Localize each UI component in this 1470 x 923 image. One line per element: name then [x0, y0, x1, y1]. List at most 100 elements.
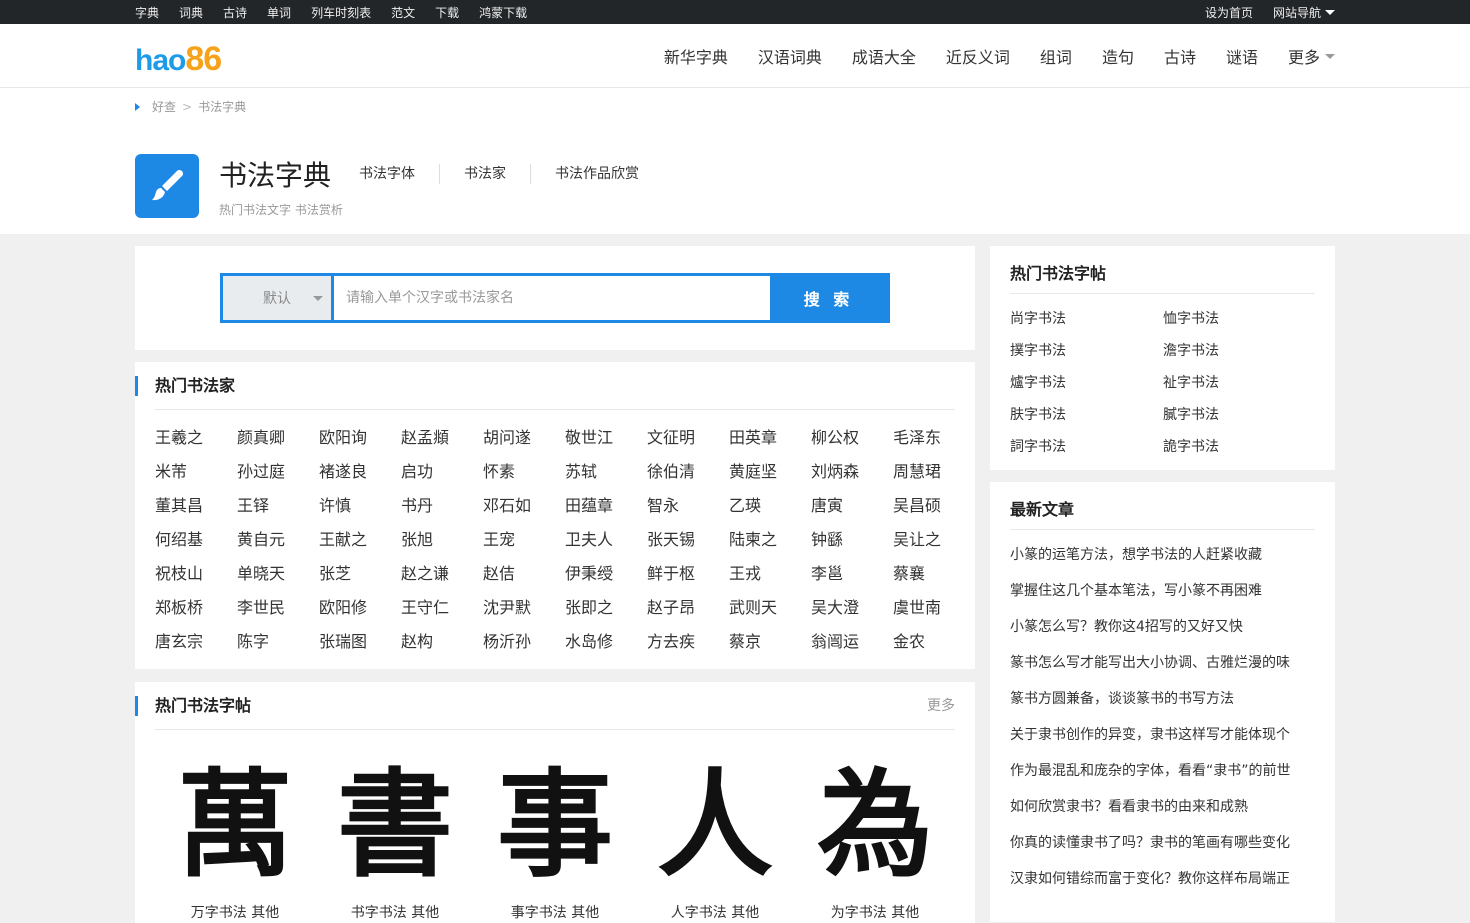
artist-link[interactable]: 孙过庭 [237, 458, 319, 492]
side-hot-link[interactable]: 澹字书法 [1163, 340, 1316, 372]
article-link[interactable]: 关于隶书创作的异变，隶书这样写才能体现个 [1010, 724, 1315, 760]
artist-link[interactable]: 张瑞图 [319, 628, 401, 662]
nav-item[interactable]: 成语大全 [852, 44, 916, 68]
copybook-item[interactable]: 萬万字书法 其他 [155, 760, 315, 922]
side-hot-link[interactable]: 爐字书法 [1010, 372, 1163, 404]
artist-link[interactable]: 吴昌硕 [893, 492, 975, 526]
top-link[interactable]: 下载 [435, 4, 459, 21]
top-link[interactable]: 字典 [135, 4, 159, 21]
artist-link[interactable]: 张天锡 [647, 526, 729, 560]
artist-link[interactable]: 吴让之 [893, 526, 975, 560]
top-link[interactable]: 列车时刻表 [311, 4, 371, 21]
artist-link[interactable]: 单晓天 [237, 560, 319, 594]
artist-link[interactable]: 敬世江 [565, 424, 647, 458]
artist-link[interactable]: 毛泽东 [893, 424, 975, 458]
top-link[interactable]: 单词 [267, 4, 291, 21]
article-link[interactable]: 作为最混乱和庞杂的字体，看看“隶书”的前世 [1010, 760, 1315, 796]
nav-item[interactable]: 新华字典 [664, 44, 728, 68]
article-link[interactable]: 篆书方圆兼备，谈谈篆书的书写方法 [1010, 688, 1315, 724]
artist-link[interactable]: 褚遂良 [319, 458, 401, 492]
artist-link[interactable]: 智永 [647, 492, 729, 526]
nav-item[interactable]: 造句 [1102, 44, 1134, 68]
artist-link[interactable]: 郑板桥 [155, 594, 237, 628]
artist-link[interactable]: 虞世南 [893, 594, 975, 628]
artist-link[interactable]: 李世民 [237, 594, 319, 628]
artist-link[interactable]: 何绍基 [155, 526, 237, 560]
artist-link[interactable]: 武则天 [729, 594, 811, 628]
artist-link[interactable]: 唐寅 [811, 492, 893, 526]
article-link[interactable]: 你真的读懂隶书了吗？隶书的笔画有哪些变化 [1010, 832, 1315, 868]
artist-link[interactable]: 沈尹默 [483, 594, 565, 628]
artist-link[interactable]: 米芾 [155, 458, 237, 492]
artist-link[interactable]: 杨沂孙 [483, 628, 565, 662]
artist-link[interactable]: 颜真卿 [237, 424, 319, 458]
artist-link[interactable]: 李邕 [811, 560, 893, 594]
article-link[interactable]: 小篆的运笔方法，想学书法的人赶紧收藏 [1010, 544, 1315, 580]
copybook-caption[interactable]: 为字书法 其他 [831, 902, 919, 922]
artist-link[interactable]: 唐玄宗 [155, 628, 237, 662]
artist-link[interactable]: 赵之谦 [401, 560, 483, 594]
copybook-item[interactable]: 為为字书法 其他 [795, 760, 955, 922]
artist-link[interactable]: 欧阳询 [319, 424, 401, 458]
artist-link[interactable]: 邓石如 [483, 492, 565, 526]
artist-link[interactable]: 赵孟頫 [401, 424, 483, 458]
copybook-caption[interactable]: 人字书法 其他 [671, 902, 759, 922]
breadcrumb-current[interactable]: 书法字典 [198, 98, 246, 115]
top-link[interactable]: 古诗 [223, 4, 247, 21]
side-hot-link[interactable]: 詭字书法 [1163, 436, 1316, 468]
nav-more-menu[interactable]: 更多 [1288, 44, 1335, 68]
artist-link[interactable]: 蔡京 [729, 628, 811, 662]
calligraphy-image[interactable]: 人 [645, 760, 785, 890]
artist-link[interactable]: 文征明 [647, 424, 729, 458]
artist-link[interactable]: 赵佶 [483, 560, 565, 594]
article-link[interactable]: 汉隶如何错综而富于变化？教你这样布局端正 [1010, 868, 1315, 904]
artist-link[interactable]: 董其昌 [155, 492, 237, 526]
set-home-link[interactable]: 设为首页 [1205, 4, 1253, 21]
search-button[interactable]: 搜 索 [770, 276, 887, 320]
article-link[interactable]: 篆书怎么写才能写出大小协调、古雅烂漫的味 [1010, 652, 1315, 688]
artist-link[interactable]: 黄自元 [237, 526, 319, 560]
more-link[interactable]: 更多 [927, 696, 955, 716]
artist-link[interactable]: 田蕴章 [565, 492, 647, 526]
nav-item[interactable]: 谜语 [1226, 44, 1258, 68]
artist-link[interactable]: 翁闿运 [811, 628, 893, 662]
copybook-caption[interactable]: 事字书法 其他 [511, 902, 599, 922]
artist-link[interactable]: 卫夫人 [565, 526, 647, 560]
side-hot-link[interactable]: 祉字书法 [1163, 372, 1316, 404]
top-link[interactable]: 范文 [391, 4, 415, 21]
artist-link[interactable]: 吴大澄 [811, 594, 893, 628]
site-logo[interactable]: hao 86 [135, 40, 222, 79]
calligraphy-image[interactable]: 書 [325, 760, 465, 890]
brand-link[interactable]: 书法家 [439, 164, 530, 184]
calligraphy-image[interactable]: 事 [485, 760, 625, 890]
artist-link[interactable]: 胡问遂 [483, 424, 565, 458]
calligraphy-image[interactable]: 為 [805, 760, 945, 890]
nav-item[interactable]: 组词 [1040, 44, 1072, 68]
artist-link[interactable]: 伊秉绶 [565, 560, 647, 594]
artist-link[interactable]: 蔡襄 [893, 560, 975, 594]
search-type-select[interactable]: 默认 [223, 276, 331, 320]
brand-link[interactable]: 书法字体 [359, 164, 439, 184]
artist-link[interactable]: 王戎 [729, 560, 811, 594]
artist-link[interactable]: 陆柬之 [729, 526, 811, 560]
artist-link[interactable]: 王羲之 [155, 424, 237, 458]
nav-item[interactable]: 古诗 [1164, 44, 1196, 68]
calligraphy-image[interactable]: 萬 [165, 760, 305, 890]
article-link[interactable]: 掌握住这几个基本笔法，写小篆不再困难 [1010, 580, 1315, 616]
artist-link[interactable]: 张芝 [319, 560, 401, 594]
breadcrumb-home[interactable]: 好查 [152, 98, 176, 115]
nav-item[interactable]: 近反义词 [946, 44, 1010, 68]
artist-link[interactable]: 鲜于枢 [647, 560, 729, 594]
artist-link[interactable]: 王宠 [483, 526, 565, 560]
artist-link[interactable]: 陈字 [237, 628, 319, 662]
artist-link[interactable]: 许慎 [319, 492, 401, 526]
artist-link[interactable]: 方去疾 [647, 628, 729, 662]
copybook-item[interactable]: 書书字书法 其他 [315, 760, 475, 922]
artist-link[interactable]: 黄庭坚 [729, 458, 811, 492]
site-nav-menu[interactable]: 网站导航 [1273, 4, 1335, 21]
top-link[interactable]: 词典 [179, 4, 203, 21]
artist-link[interactable]: 赵子昂 [647, 594, 729, 628]
artist-link[interactable]: 金农 [893, 628, 975, 662]
artist-link[interactable]: 书丹 [401, 492, 483, 526]
artist-link[interactable]: 王守仁 [401, 594, 483, 628]
